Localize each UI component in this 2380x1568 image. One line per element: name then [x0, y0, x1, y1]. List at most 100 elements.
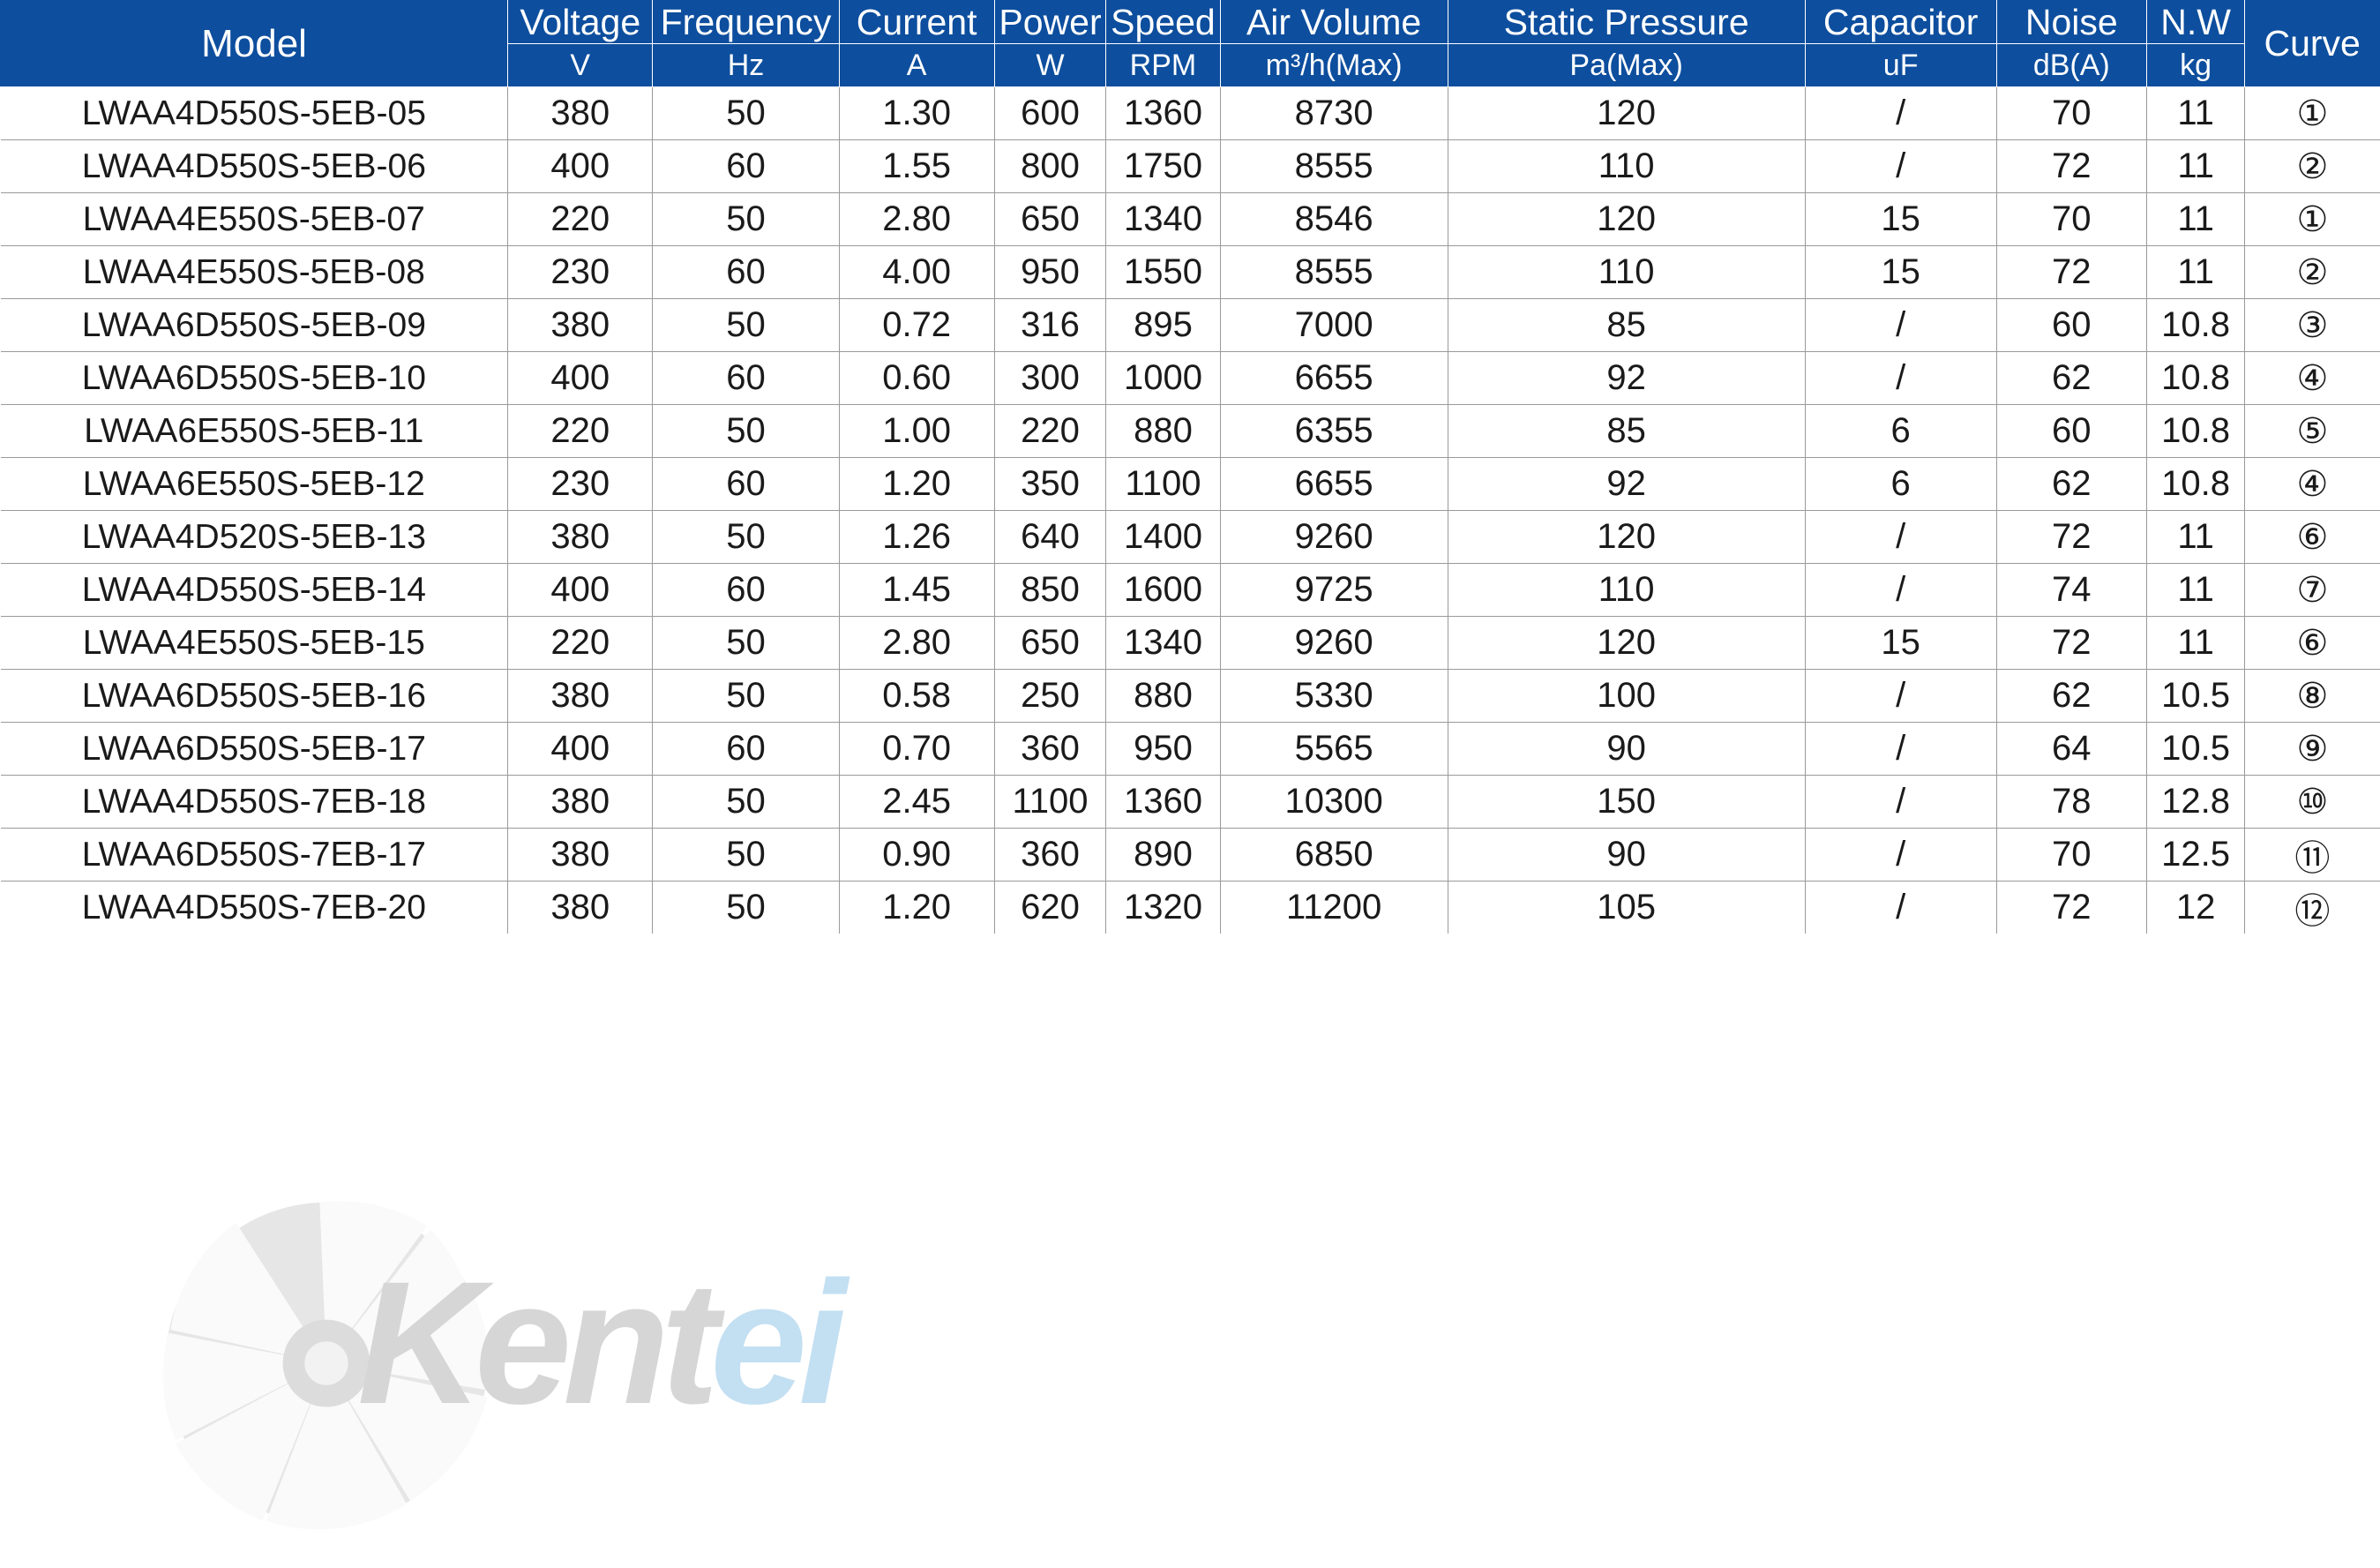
cell-voltage: 380	[507, 298, 654, 352]
cell-curve: ⑨	[2244, 722, 2380, 776]
cell-speed: 880	[1105, 404, 1221, 458]
column-header-static-pressure: Static Pressure	[1447, 0, 1806, 44]
cell-air-volume: 10300	[1219, 775, 1448, 829]
cell-static-pressure: 120	[1447, 192, 1806, 246]
cell-speed: 1340	[1105, 192, 1221, 246]
fan-wheel-watermark-icon	[162, 1201, 490, 1530]
cell-model: LWAA6E550S-5EB-11	[0, 404, 509, 458]
cell-model: LWAA6D550S-5EB-17	[0, 722, 509, 776]
cell-frequency: 60	[652, 722, 840, 776]
cell-model: LWAA4D550S-5EB-06	[0, 139, 509, 193]
cell-noise: 60	[1995, 298, 2147, 352]
cell-static-pressure: 90	[1447, 828, 1806, 882]
cell-power: 350	[993, 457, 1107, 511]
cell-noise: 62	[1995, 457, 2147, 511]
cell-power: 250	[993, 669, 1107, 723]
cell-curve: ⑩	[2244, 775, 2380, 829]
column-header-current: Current	[838, 0, 995, 44]
cell-voltage: 400	[507, 139, 654, 193]
cell-speed: 1320	[1105, 881, 1221, 934]
cell-power: 220	[993, 404, 1107, 458]
cell-model: LWAA4D520S-5EB-13	[0, 510, 509, 564]
cell-static-pressure: 110	[1447, 139, 1806, 193]
cell-air-volume: 6655	[1219, 351, 1448, 405]
cell-static-pressure: 110	[1447, 245, 1806, 299]
table-row: LWAA6E550S-5EB-11 220 50 1.00 220 880 6355 85 6 6…	[0, 404, 2380, 458]
cell-voltage: 400	[507, 351, 654, 405]
cell-power: 360	[993, 722, 1107, 776]
cell-capacitor: /	[1804, 881, 1997, 934]
cell-power: 620	[993, 881, 1107, 934]
cell-frequency: 50	[652, 828, 840, 882]
cell-net-weight: 11	[2145, 192, 2246, 246]
cell-current: 1.30	[838, 86, 995, 140]
cell-static-pressure: 110	[1447, 563, 1806, 617]
cell-model: LWAA6D550S-5EB-10	[0, 351, 509, 405]
cell-current: 0.70	[838, 722, 995, 776]
cell-model: LWAA4E550S-5EB-08	[0, 245, 509, 299]
watermark: Kentei	[159, 1187, 1059, 1557]
cell-model: LWAA6D550S-7EB-17	[0, 828, 509, 882]
cell-current: 0.90	[838, 828, 995, 882]
cell-frequency: 50	[652, 616, 840, 670]
cell-air-volume: 6355	[1219, 404, 1448, 458]
column-header-model: Model	[0, 0, 509, 87]
cell-capacitor: 15	[1804, 245, 1997, 299]
cell-noise: 62	[1995, 669, 2147, 723]
cell-air-volume: 5330	[1219, 669, 1448, 723]
watermark-text-primary: Kent	[357, 1245, 719, 1440]
cell-net-weight: 11	[2145, 616, 2246, 670]
cell-speed: 1600	[1105, 563, 1221, 617]
cell-current: 1.00	[838, 404, 995, 458]
cell-curve: ②	[2244, 139, 2380, 193]
table-row: LWAA4D550S-5EB-05 380 50 1.30 600 1360 8730 120…	[0, 86, 2380, 140]
fan-specification-table: Model Voltage Frequency Current Power Sp…	[0, 0, 2380, 934]
cell-static-pressure: 120	[1447, 616, 1806, 670]
column-unit-air-volume: m³/h(Max)	[1219, 43, 1448, 87]
table-row: LWAA4D550S-5EB-14 400 60 1.45 850 1600 9725 110…	[0, 563, 2380, 617]
cell-voltage: 380	[507, 775, 654, 829]
column-header-capacitor: Capacitor	[1804, 0, 1997, 44]
column-header-voltage: Voltage	[507, 0, 654, 44]
column-header-power: Power	[993, 0, 1107, 44]
cell-power: 316	[993, 298, 1107, 352]
cell-capacitor: 6	[1804, 457, 1997, 511]
cell-curve: ④	[2244, 457, 2380, 511]
table-row: LWAA4E550S-5EB-15 220 50 2.80 650 1340 9260 120…	[0, 616, 2380, 670]
cell-voltage: 380	[507, 86, 654, 140]
cell-voltage: 220	[507, 616, 654, 670]
cell-air-volume: 9260	[1219, 616, 1448, 670]
cell-capacitor: /	[1804, 139, 1997, 193]
cell-net-weight: 12.5	[2145, 828, 2246, 882]
cell-net-weight: 11	[2145, 245, 2246, 299]
cell-noise: 72	[1995, 510, 2147, 564]
table-row: LWAA6D550S-5EB-16 380 50 0.58 250 880 5330 100/…	[0, 669, 2380, 723]
table-row: LWAA4D550S-7EB-20 380 50 1.20 620 1320 11200 10…	[0, 881, 2380, 934]
cell-current: 1.45	[838, 563, 995, 617]
cell-voltage: 400	[507, 722, 654, 776]
cell-model: LWAA4D550S-5EB-05	[0, 86, 509, 140]
cell-speed: 1360	[1105, 775, 1221, 829]
cell-frequency: 50	[652, 404, 840, 458]
column-unit-speed: RPM	[1105, 43, 1221, 87]
cell-voltage: 230	[507, 457, 654, 511]
column-header-noise: Noise	[1995, 0, 2147, 44]
cell-curve: ⑧	[2244, 669, 2380, 723]
column-header-net-weight: N.W	[2145, 0, 2246, 44]
cell-power: 600	[993, 86, 1107, 140]
cell-power: 850	[993, 563, 1107, 617]
cell-noise: 70	[1995, 828, 2147, 882]
cell-model: LWAA4E550S-5EB-15	[0, 616, 509, 670]
cell-current: 0.60	[838, 351, 995, 405]
table-body: LWAA4D550S-5EB-05 380 50 1.30 600 1360 8730 120…	[0, 86, 2380, 934]
cell-noise: 74	[1995, 563, 2147, 617]
cell-frequency: 60	[652, 563, 840, 617]
cell-speed: 1340	[1105, 616, 1221, 670]
cell-curve: ④	[2244, 351, 2380, 405]
table-row: LWAA4D550S-7EB-18 380 50 2.45 1100 1360 10300 1…	[0, 775, 2380, 829]
cell-net-weight: 10.8	[2145, 457, 2246, 511]
cell-air-volume: 8730	[1219, 86, 1448, 140]
cell-power: 300	[993, 351, 1107, 405]
column-unit-current: A	[838, 43, 995, 87]
column-unit-net-weight: kg	[2145, 43, 2246, 87]
